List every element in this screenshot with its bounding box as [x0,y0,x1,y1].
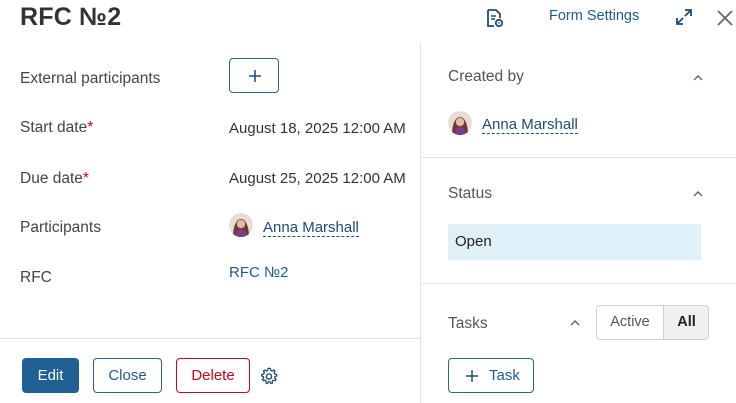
chevron-up-icon[interactable] [692,74,704,82]
panel-divider [420,42,421,403]
delete-button[interactable]: Delete [176,358,250,393]
participant-user-link[interactable]: Anna Marshall [263,219,359,237]
add-task-button[interactable]: Task [448,358,534,393]
add-task-label: Task [489,367,520,384]
rfc-label: RFC [20,269,52,286]
plus-icon [466,370,478,382]
created-by-user-link[interactable]: Anna Marshall [482,116,578,134]
created-by-title: Created by [448,68,524,85]
status-title: Status [448,185,492,202]
rfc-link[interactable]: RFC №2 [229,264,288,281]
required-mark: * [82,170,89,187]
document-settings-icon[interactable] [484,8,504,28]
external-participants-label: External participants [20,70,161,87]
start-date-value: August 18, 2025 12:00 AM [229,120,406,137]
chevron-up-icon[interactable] [692,190,704,198]
add-external-participant-button[interactable] [229,58,279,93]
start-date-label: Start date* [20,119,94,136]
form-header: RFC №2 Form Settings [0,0,736,42]
filter-all-option[interactable]: All [663,306,708,339]
gear-icon[interactable] [259,366,279,386]
tasks-filter-toggle: Active All [596,305,709,340]
actions-divider [0,338,420,339]
tasks-title: Tasks [448,315,488,332]
due-date-value: August 25, 2025 12:00 AM [229,170,406,187]
status-badge: Open [448,224,701,260]
avatar [448,111,472,135]
section-divider-status [421,283,736,284]
edit-button[interactable]: Edit [22,358,79,393]
participants-label: Participants [20,219,101,236]
close-icon[interactable] [714,7,736,29]
filter-active-option[interactable]: Active [597,306,663,339]
expand-icon[interactable] [674,7,694,27]
plus-icon [249,70,261,82]
status-value: Open [455,233,492,250]
avatar [229,213,253,237]
required-mark: * [87,119,94,136]
page-title: RFC №2 [20,3,122,31]
due-date-label: Due date* [20,170,89,187]
section-divider-created [421,157,736,158]
chevron-up-icon[interactable] [569,319,581,327]
form-settings-link[interactable]: Form Settings [549,8,639,24]
close-button[interactable]: Close [93,358,162,393]
